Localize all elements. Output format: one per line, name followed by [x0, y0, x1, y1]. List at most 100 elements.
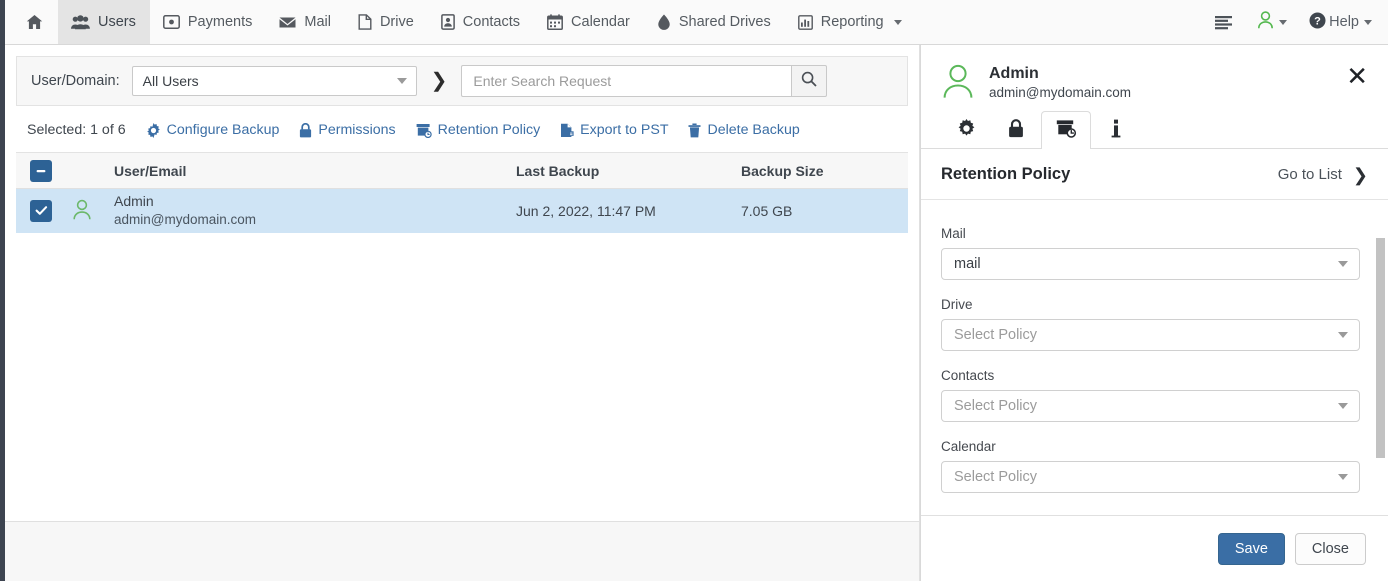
- users-table: User/Email Last Backup Backup Size: [16, 152, 908, 233]
- nav-payments[interactable]: Payments: [150, 0, 266, 44]
- configure-backup-button[interactable]: Configure Backup: [146, 122, 280, 138]
- nav-home[interactable]: [12, 0, 58, 44]
- field-mail: Mail mail: [941, 226, 1360, 280]
- export-icon: [560, 123, 574, 138]
- row-select-cell: [16, 189, 64, 233]
- tab-retention-policy[interactable]: [1041, 111, 1091, 149]
- help-menu[interactable]: ? Help: [1309, 12, 1372, 33]
- retention-form: Mail mail Drive Select Policy Contacts S…: [921, 200, 1388, 515]
- nav-contacts[interactable]: Contacts: [428, 0, 534, 44]
- user-account-menu[interactable]: [1257, 11, 1287, 33]
- field-mail-label: Mail: [941, 226, 1360, 241]
- mail-policy-value: mail: [954, 256, 981, 272]
- drawer-footer: Save Close: [921, 515, 1388, 581]
- nav-mail[interactable]: Mail: [266, 0, 345, 44]
- chevron-right-icon: ❯: [1353, 166, 1368, 184]
- nav-users[interactable]: Users: [58, 0, 150, 44]
- go-to-list-button[interactable]: Go to List ❯: [1278, 166, 1368, 184]
- drawer-title-group: Admin admin@mydomain.com: [989, 64, 1344, 102]
- permissions-button[interactable]: Permissions: [299, 122, 395, 138]
- chevron-down-icon: [894, 20, 902, 25]
- nav-shared-drives[interactable]: Shared Drives: [644, 0, 785, 44]
- avatar: [72, 207, 92, 223]
- contacts-policy-select[interactable]: Select Policy: [941, 390, 1360, 422]
- user-email-header[interactable]: User/Email: [106, 153, 508, 189]
- help-circle-icon: ?: [1309, 12, 1326, 33]
- minus-icon: [35, 165, 47, 177]
- drawer-scrollbar[interactable]: [1376, 200, 1385, 515]
- chevron-down-icon: [1338, 261, 1348, 267]
- row-user-cell: Admin admin@mydomain.com: [106, 189, 508, 233]
- nav-shared-drives-label: Shared Drives: [679, 15, 771, 30]
- chevron-down-icon: [1364, 20, 1372, 25]
- nav-calendar[interactable]: Calendar: [534, 0, 644, 44]
- section-title: Retention Policy: [941, 165, 1070, 184]
- drive-policy-placeholder: Select Policy: [954, 327, 1037, 343]
- backup-size-header[interactable]: Backup Size: [733, 153, 908, 189]
- selected-count-label: Selected: 1 of 6: [27, 122, 126, 138]
- field-contacts: Contacts Select Policy: [941, 368, 1360, 422]
- user-domain-select[interactable]: All Users: [132, 66, 417, 96]
- select-all-checkbox[interactable]: [30, 160, 52, 182]
- nav-reporting-label: Reporting: [821, 15, 884, 30]
- tab-info[interactable]: [1091, 111, 1141, 149]
- table-header-row: User/Email Last Backup Backup Size: [16, 153, 908, 189]
- collapsed-sidebar-rail[interactable]: [0, 0, 5, 581]
- nav-users-label: Users: [98, 15, 136, 30]
- user-domain-value: All Users: [143, 73, 199, 89]
- retention-policy-button[interactable]: Retention Policy: [416, 122, 541, 138]
- nav-mail-label: Mail: [304, 15, 331, 30]
- avatar-header: [64, 153, 106, 189]
- configure-backup-label: Configure Backup: [167, 122, 280, 138]
- drive-policy-select[interactable]: Select Policy: [941, 319, 1360, 351]
- table-row[interactable]: Admin admin@mydomain.com Jun 2, 2022, 11…: [16, 189, 908, 233]
- drawer-tab-strip: [921, 107, 1388, 149]
- action-toolbar: Selected: 1 of 6 Configure Backup Permis…: [27, 122, 919, 138]
- nav-spacer: [916, 0, 1216, 44]
- export-to-pst-button[interactable]: Export to PST: [560, 122, 668, 138]
- search-group: [461, 65, 827, 97]
- search-button[interactable]: [791, 65, 827, 97]
- close-icon[interactable]: ✕: [1344, 63, 1370, 89]
- tab-settings[interactable]: [941, 111, 991, 149]
- last-backup-header[interactable]: Last Backup: [508, 153, 733, 189]
- calendar-policy-placeholder: Select Policy: [954, 469, 1037, 485]
- user-account-icon: [1257, 11, 1274, 33]
- info-icon: [1111, 119, 1121, 143]
- check-icon: [35, 204, 48, 217]
- table-head: User/Email Last Backup Backup Size: [16, 153, 908, 189]
- help-label: Help: [1329, 14, 1359, 30]
- user-avatar-icon: [941, 63, 975, 104]
- nav-reporting[interactable]: Reporting: [785, 0, 916, 44]
- trash-icon: [688, 123, 701, 138]
- shared-drives-icon: [657, 14, 671, 30]
- contacts-icon: [441, 14, 455, 30]
- save-button[interactable]: Save: [1218, 533, 1285, 565]
- export-to-pst-label: Export to PST: [580, 122, 668, 138]
- permissions-label: Permissions: [318, 122, 395, 138]
- contacts-policy-placeholder: Select Policy: [954, 398, 1037, 414]
- field-calendar-label: Calendar: [941, 439, 1360, 454]
- delete-backup-label: Delete Backup: [707, 122, 799, 138]
- search-input[interactable]: [461, 65, 791, 97]
- mail-policy-select[interactable]: mail: [941, 248, 1360, 280]
- field-calendar: Calendar Select Policy: [941, 439, 1360, 493]
- apply-filter-chevron-icon[interactable]: ❯: [431, 71, 448, 91]
- chevron-down-icon: [1338, 332, 1348, 338]
- drawer-header: Admin admin@mydomain.com ✕: [921, 45, 1388, 107]
- lock-icon: [299, 123, 312, 138]
- drive-icon: [358, 14, 372, 30]
- row-checkbox[interactable]: [30, 200, 52, 222]
- delete-backup-button[interactable]: Delete Backup: [688, 122, 799, 138]
- drawer-scrollbar-thumb[interactable]: [1376, 238, 1385, 458]
- users-icon: [71, 15, 90, 30]
- field-contacts-label: Contacts: [941, 368, 1360, 383]
- calendar-policy-select[interactable]: Select Policy: [941, 461, 1360, 493]
- row-last-backup: Jun 2, 2022, 11:47 PM: [508, 189, 733, 233]
- content-footer-strip: [5, 521, 919, 581]
- list-menu-icon[interactable]: [1215, 15, 1235, 30]
- close-button[interactable]: Close: [1295, 533, 1366, 565]
- nav-drive[interactable]: Drive: [345, 0, 428, 44]
- retention-icon: [1056, 119, 1077, 143]
- tab-permissions[interactable]: [991, 111, 1041, 149]
